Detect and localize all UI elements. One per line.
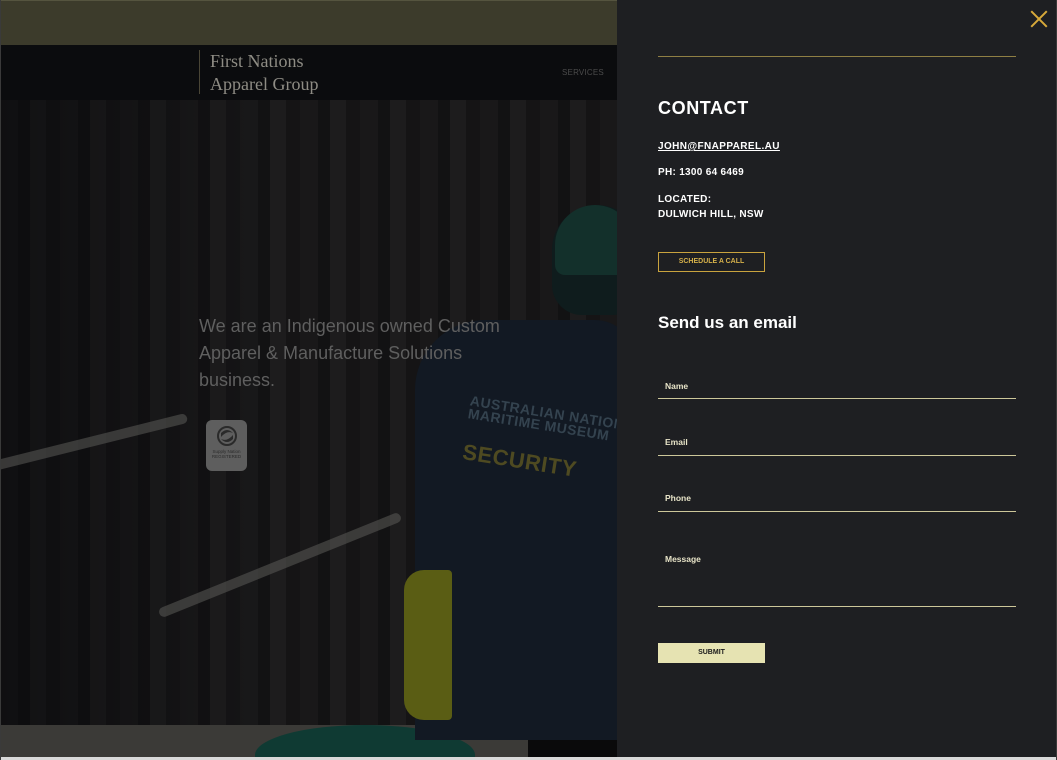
brand-logo[interactable]: First Nations Apparel Group bbox=[199, 50, 318, 94]
email-form-heading: Send us an email bbox=[658, 313, 797, 332]
brand-line-2: Apparel Group bbox=[210, 74, 319, 94]
name-field[interactable]: Name bbox=[658, 370, 1016, 399]
contact-title: CONTACT bbox=[658, 98, 749, 118]
submit-button[interactable]: SUBMIT bbox=[658, 643, 765, 663]
supply-nation-badge: Supply Nation REGISTERED bbox=[206, 420, 247, 471]
hero-headline: We are an Indigenous owned Custom Appare… bbox=[199, 316, 500, 390]
schedule-call-button[interactable]: SCHEDULE A CALL bbox=[658, 252, 765, 272]
name-placeholder: Name bbox=[665, 381, 689, 391]
message-placeholder: Message bbox=[665, 554, 701, 564]
message-field[interactable]: Message bbox=[658, 545, 1016, 607]
contact-located-value: DULWICH HILL, NSW bbox=[658, 209, 764, 220]
hero-hivis-vest bbox=[404, 570, 452, 720]
drawer-divider bbox=[658, 56, 1016, 57]
badge-line-2: REGISTERED bbox=[211, 454, 242, 459]
nav-link-services[interactable]: SERVICES bbox=[562, 68, 604, 77]
contact-located-label: LOCATED: bbox=[658, 194, 712, 205]
supply-nation-logo-icon bbox=[216, 426, 237, 446]
phone-placeholder: Phone bbox=[665, 493, 691, 503]
email-placeholder: Email bbox=[665, 437, 688, 447]
contact-phone: PH: 1300 64 6469 bbox=[658, 167, 744, 178]
phone-field[interactable]: Phone bbox=[658, 482, 1016, 512]
contact-email-link[interactable]: JOHN@FNAPPAREL.AU bbox=[658, 141, 780, 152]
brand-line-1: First Nations bbox=[210, 51, 304, 71]
email-field[interactable]: Email bbox=[658, 426, 1016, 456]
close-icon[interactable] bbox=[1029, 9, 1049, 29]
